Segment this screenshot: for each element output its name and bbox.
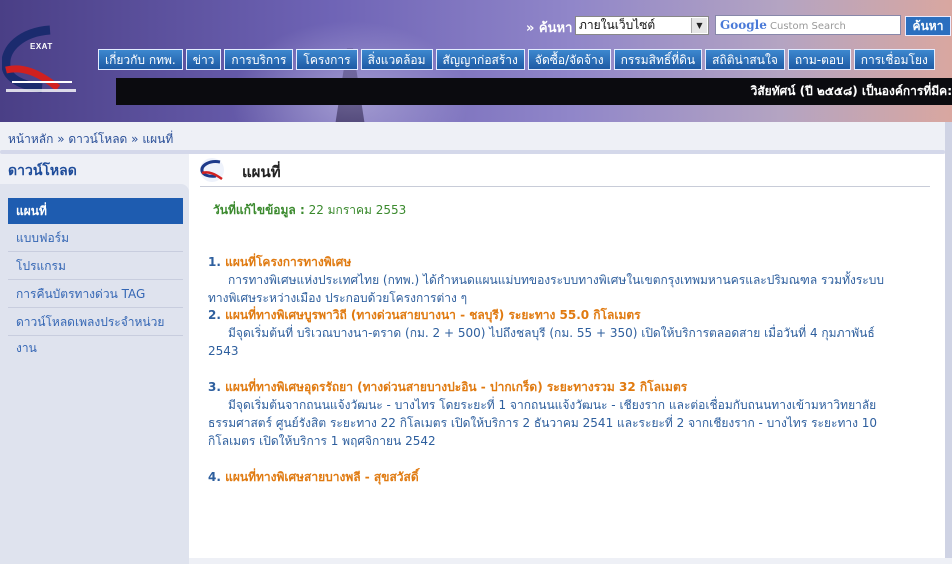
- updated-date: วันที่แก้ไขข้อมูล : 22 มกราคม 2553: [213, 201, 406, 220]
- search-scope-select[interactable]: ภายในเว็บไซต์ ▼: [575, 16, 709, 35]
- nav-item-land[interactable]: กรรมสิทธิ์ที่ดิน: [613, 49, 703, 70]
- sidebar-title: ดาวน์โหลด: [8, 163, 77, 179]
- breadcrumb-sep: »: [53, 132, 69, 146]
- logo-subtitle-graphic: [2, 88, 80, 93]
- section-item: 4. แผนที่ทางพิเศษสายบางพลี - สุขสวัสดิ์: [208, 468, 898, 486]
- search-button[interactable]: ค้นหา: [905, 16, 951, 36]
- breadcrumb-download[interactable]: ดาวน์โหลด: [68, 132, 127, 146]
- section-body: มีจุดเริ่มต้นจากถนนแจ้งวัฒนะ - บางไทร โด…: [208, 398, 878, 448]
- site-header: EXAT » ค้นหา ภายในเว็บไซต์ ▼ Google Cust…: [0, 0, 952, 122]
- dropdown-arrow-icon[interactable]: ▼: [691, 18, 707, 33]
- sidebar-item-tag-return[interactable]: การคืนบัตรทางด่วน TAG: [8, 281, 183, 308]
- section-number: 1.: [208, 255, 226, 269]
- sidebar-item-songs[interactable]: ดาวน์โหลดเพลงประจำหน่วยงาน: [8, 309, 183, 355]
- google-brand: Google: [720, 18, 767, 32]
- breadcrumb-home[interactable]: หน้าหลัก: [8, 132, 53, 146]
- updated-label: วันที่แก้ไขข้อมูล :: [213, 203, 305, 217]
- section-number: 3.: [208, 380, 226, 394]
- breadcrumb: หน้าหลัก » ดาวน์โหลด » แผนที่: [8, 130, 173, 149]
- nav-item-services[interactable]: การบริการ: [224, 49, 294, 70]
- section-heading-link[interactable]: แผนที่ทางพิเศษสายบางพลี - สุขสวัสดิ์: [225, 470, 419, 484]
- nav-item-faq[interactable]: ถาม-ตอบ: [787, 49, 851, 70]
- search-scope-value: ภายในเว็บไซต์: [579, 18, 656, 32]
- nav-item-procurement[interactable]: จัดซื้อ/จัดจ้าง: [527, 49, 611, 70]
- section-item: 2. แผนที่ทางพิเศษบูรพาวิถี (ทางด่วนสายบา…: [208, 306, 898, 360]
- sidebar-menu: แผนที่ แบบฟอร์ม โปรแกรม การคืนบัตรทางด่ว…: [8, 198, 183, 355]
- search-placeholder: Custom Search: [770, 21, 846, 32]
- section-heading-link[interactable]: แผนที่ทางพิเศษอุดรรัถยา (ทางด่วนสายบางปะ…: [225, 380, 687, 394]
- exat-swirl-icon: [200, 158, 224, 182]
- nav-item-news[interactable]: ข่าว: [185, 49, 222, 70]
- search-label: » ค้นหา: [526, 21, 573, 36]
- logo-text: EXAT: [30, 42, 53, 51]
- nav-item-about[interactable]: เกี่ยวกับ กทพ.: [98, 49, 183, 70]
- nav-item-environment[interactable]: สิ่งแวดล้อม: [360, 49, 433, 70]
- breadcrumb-current: แผนที่: [142, 132, 174, 146]
- breadcrumb-sep: »: [127, 132, 143, 146]
- sidebar-item-forms[interactable]: แบบฟอร์ม: [8, 225, 183, 252]
- nav-item-links[interactable]: การเชื่อมโยง: [853, 49, 935, 70]
- section-body: มีจุดเริ่มต้นที่ บริเวณบางนา-ตราด (กม. 2…: [208, 326, 875, 358]
- updated-value: 22 มกราคม 2553: [304, 203, 407, 217]
- section-item: 3. แผนที่ทางพิเศษอุดรรัถยา (ทางด่วนสายบา…: [208, 378, 898, 450]
- section-number: 2.: [208, 308, 226, 322]
- search-input[interactable]: Google Custom Search: [715, 15, 901, 35]
- nav-item-contracts[interactable]: สัญญาก่อสร้าง: [435, 49, 525, 70]
- section-body: การทางพิเศษแห่งประเทศไทย (กทพ.) ได้กำหนด…: [208, 273, 884, 305]
- section-number: 4.: [208, 470, 226, 484]
- nav-item-statistics[interactable]: สถิติน่าสนใจ: [705, 49, 785, 70]
- main-nav: เกี่ยวกับ กทพ. ข่าว การบริการ โครงการ สิ…: [98, 49, 938, 70]
- sidebar-item-map[interactable]: แผนที่: [8, 198, 183, 224]
- sidebar-item-programs[interactable]: โปรแกรม: [8, 253, 183, 280]
- news-marquee[interactable]: วิสัยทัศน์ (ปี ๒๕๕๘) เป็นองค์การที่มีค:: [116, 78, 952, 105]
- section-item: 1. แผนที่โครงการทางพิเศษ การทางพิเศษแห่ง…: [208, 253, 898, 307]
- nav-item-projects[interactable]: โครงการ: [296, 49, 358, 70]
- page-title: แผนที่: [242, 163, 281, 181]
- marquee-text: วิสัยทัศน์ (ปี ๒๕๕๘) เป็นองค์การที่มีค:: [750, 84, 952, 98]
- right-edge-strip: [945, 122, 952, 558]
- section-heading-link[interactable]: แผนที่ทางพิเศษบูรพาวิถี (ทางด่วนสายบางนา…: [225, 308, 641, 322]
- title-divider: [200, 186, 930, 187]
- section-heading-link[interactable]: แผนที่โครงการทางพิเศษ: [225, 255, 351, 269]
